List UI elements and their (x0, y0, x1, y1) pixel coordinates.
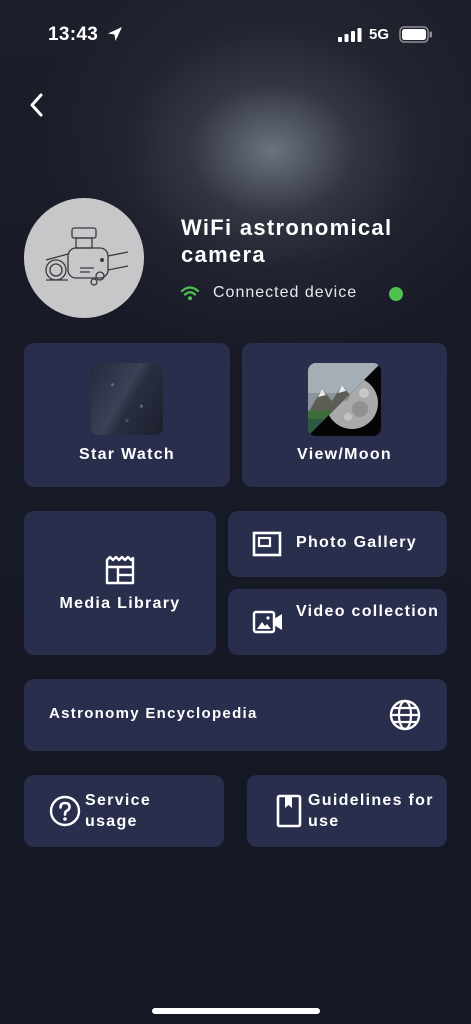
astronomy-encyclopedia-card[interactable]: Astronomy Encyclopedia (24, 679, 447, 751)
globe-icon (389, 699, 421, 731)
network-type: 5G (369, 26, 390, 43)
back-button[interactable] (22, 90, 50, 120)
service-usage-label: Service usage (85, 792, 152, 830)
star-watch-card[interactable]: Star Watch (24, 343, 230, 487)
location-arrow-icon (108, 27, 122, 41)
video-collection-icon (252, 610, 282, 634)
service-usage-card[interactable]: Service usage (24, 775, 224, 847)
signal-bars-icon (338, 28, 362, 42)
video-collection-card[interactable]: Video collection (228, 589, 447, 655)
home-indicator[interactable] (152, 1008, 320, 1014)
media-library-icon (105, 555, 135, 585)
guidelines-card[interactable]: Guidelines for use (247, 775, 447, 847)
video-collection-label: Video collection (296, 603, 440, 620)
photo-gallery-card[interactable]: Photo Gallery (228, 511, 447, 577)
star-watch-label: Star Watch (79, 446, 175, 463)
view-moon-label: View/Moon (297, 446, 392, 463)
device-avatar (24, 198, 144, 318)
battery-icon (399, 26, 432, 43)
view-moon-card[interactable]: View/Moon (242, 343, 447, 487)
photo-gallery-icon (252, 531, 282, 557)
question-circle-icon (49, 795, 81, 827)
wifi-icon (180, 286, 200, 301)
view-moon-thumbnail (308, 363, 381, 436)
astronomy-encyclopedia-label: Astronomy Encyclopedia (49, 705, 258, 722)
media-library-card[interactable]: Media Library (24, 511, 216, 655)
connection-status-text: Connected device (213, 284, 358, 301)
media-library-label: Media Library (59, 595, 181, 612)
guidelines-label: Guidelines for use (308, 792, 434, 830)
camera-device-image (45, 227, 129, 286)
star-watch-thumbnail (91, 363, 163, 435)
device-name: WiFi astronomical camera (181, 215, 393, 267)
chevron-left-icon (30, 93, 43, 117)
moon-landscape-image (308, 363, 381, 436)
status-time: 13:43 (48, 24, 99, 45)
photo-gallery-label: Photo Gallery (296, 534, 417, 551)
book-icon (276, 794, 302, 828)
connection-status-dot (389, 287, 403, 301)
